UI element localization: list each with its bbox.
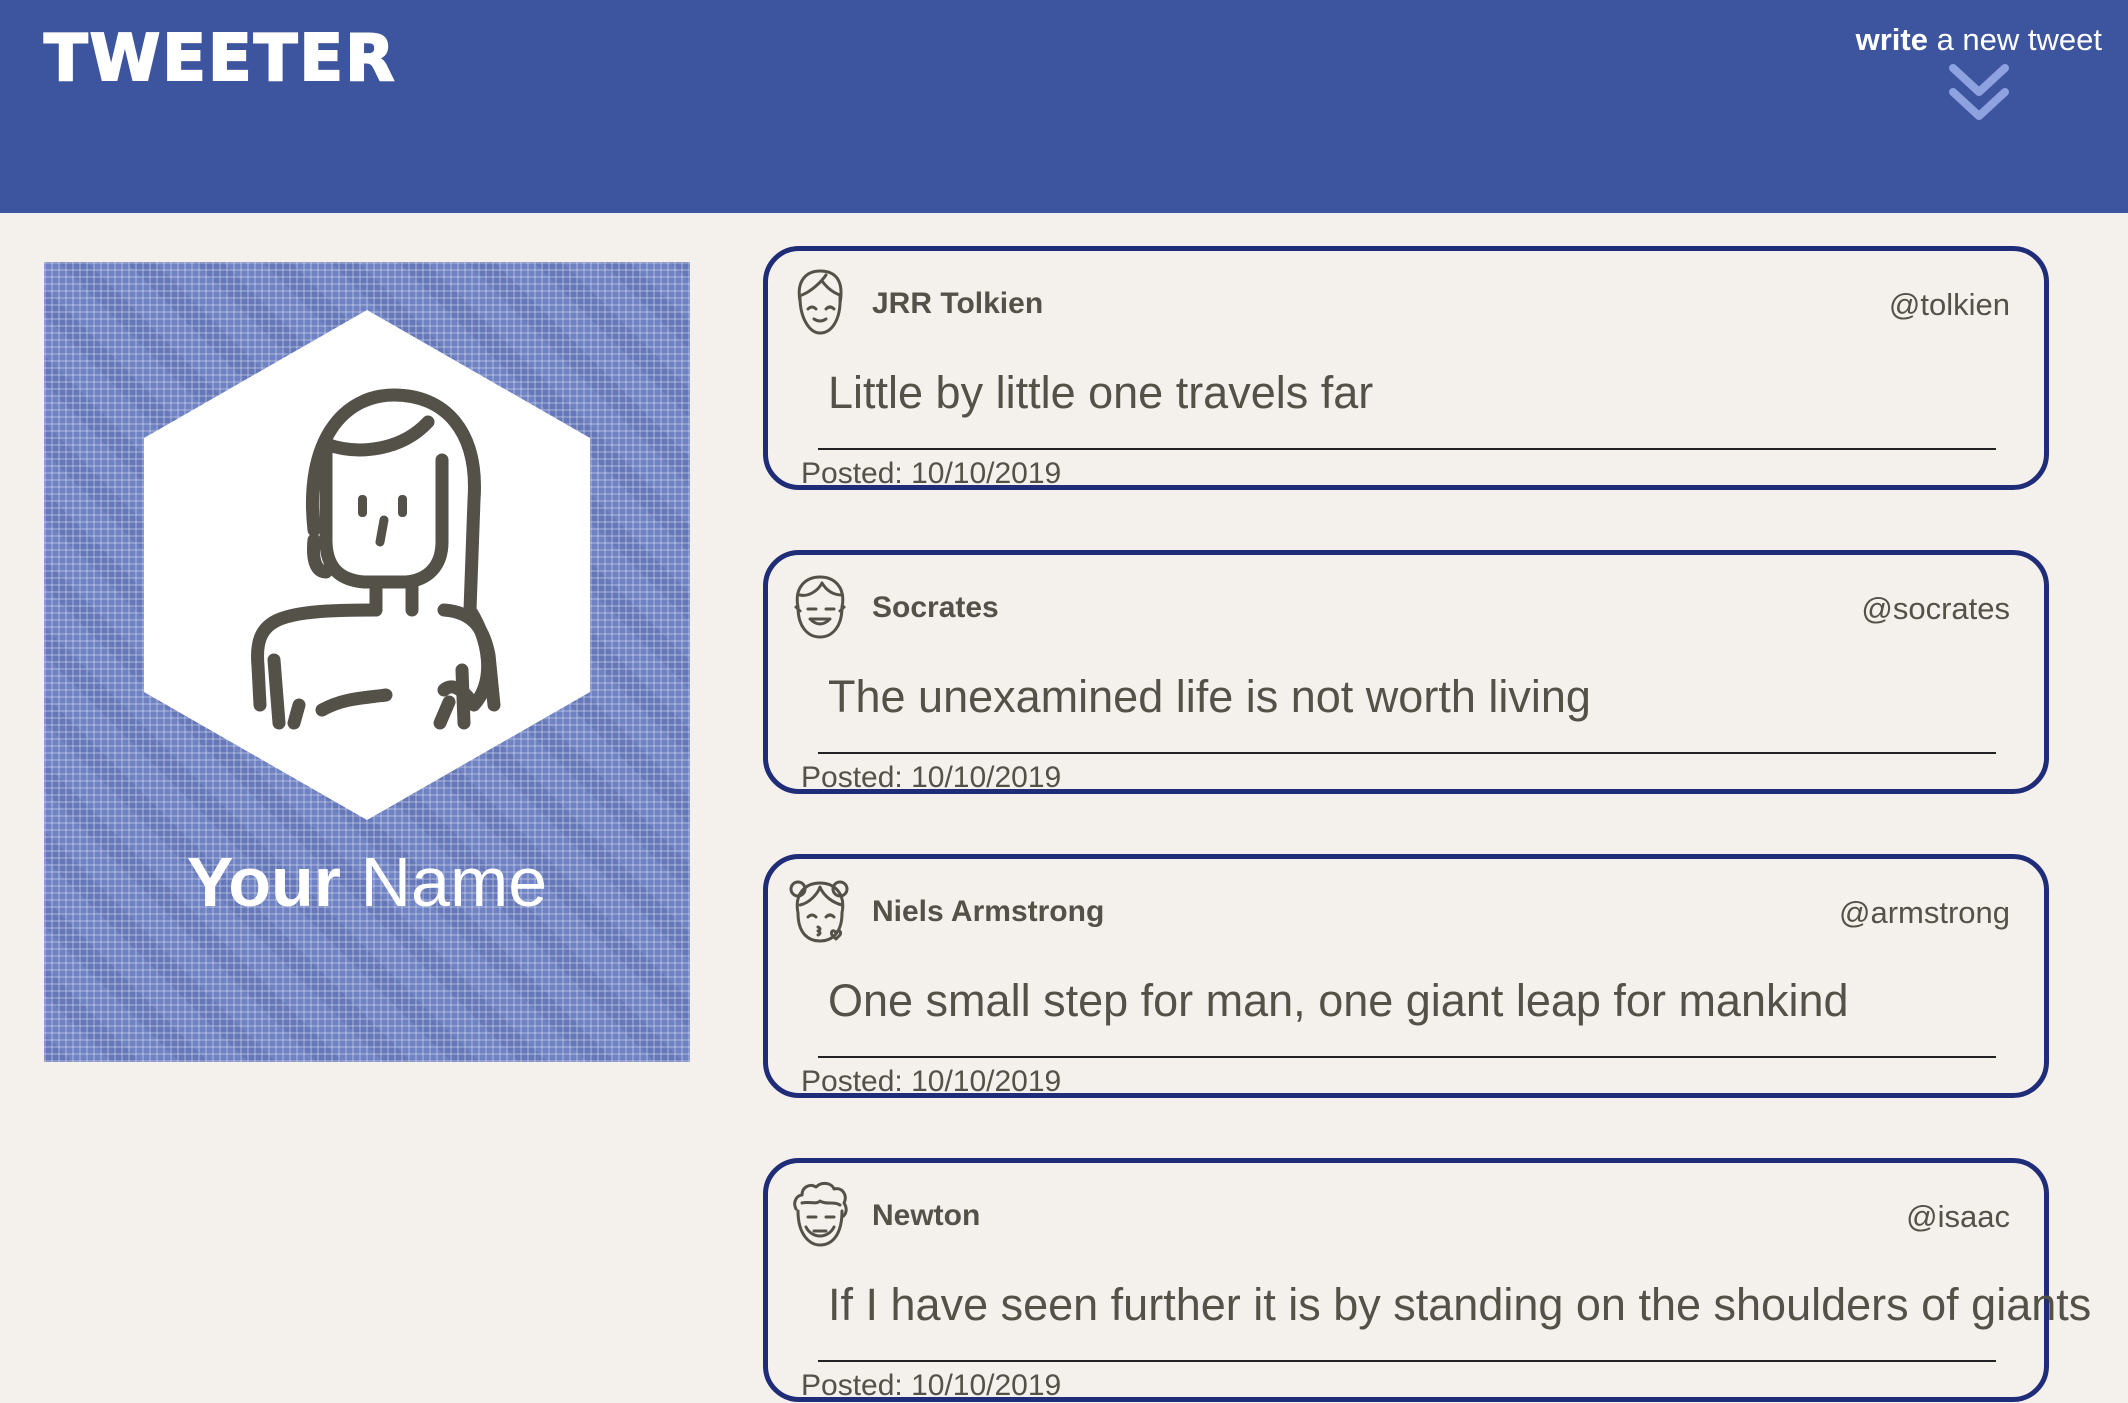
- tweet-divider: [818, 448, 1996, 450]
- tweet-text: One small step for man, one giant leap f…: [828, 975, 1849, 1026]
- write-new-tweet-button[interactable]: write a new tweet: [1856, 22, 2102, 124]
- girl-kiss-avatar-icon: [789, 880, 849, 943]
- compose-label-rest: a new tweet: [1927, 22, 2102, 57]
- profile-name: Your Name: [44, 842, 690, 922]
- top-nav-bar: TWEETER write a new tweet: [0, 0, 2128, 213]
- tweet-posted-date: Posted: 10/10/2019: [801, 1065, 1062, 1098]
- tweet-card[interactable]: Newton @isaac If I have seen further it …: [763, 1158, 2091, 1402]
- tweet-posted-date: Posted: 10/10/2019: [801, 457, 1062, 490]
- app-logo[interactable]: TWEETER: [43, 21, 396, 97]
- tweet-divider: [818, 1360, 1996, 1362]
- tweet-author-name[interactable]: Socrates: [872, 591, 999, 625]
- tweet-author-name[interactable]: Niels Armstrong: [872, 895, 1104, 929]
- tweet-author-handle[interactable]: @tolkien: [1889, 287, 2010, 323]
- tweet-posted-date: Posted: 10/10/2019: [801, 761, 1062, 794]
- tweet-divider: [818, 752, 1996, 754]
- tweet-card[interactable]: Socrates @socrates The unexamined life i…: [763, 550, 2049, 794]
- tweet-card[interactable]: JRR Tolkien @tolkien Little by little on…: [763, 246, 2049, 490]
- grinning-face-avatar-icon: [794, 575, 846, 639]
- profile-last-name: Name: [360, 843, 548, 921]
- curly-hair-avatar-icon: [793, 1181, 848, 1247]
- tweet-author-name[interactable]: JRR Tolkien: [872, 287, 1043, 321]
- girl-avatar-icon: [144, 310, 590, 820]
- tweet-text: The unexamined life is not worth living: [828, 671, 1591, 722]
- tweet-divider: [818, 1056, 1996, 1058]
- tweet-author-handle[interactable]: @socrates: [1861, 591, 2010, 627]
- tweet-author-handle[interactable]: @isaac: [1906, 1199, 2010, 1235]
- tweet-author-handle[interactable]: @armstrong: [1839, 895, 2010, 931]
- tweet-text: Little by little one travels far: [828, 367, 1374, 418]
- smiling-face-avatar-icon: [797, 269, 843, 335]
- tweet-card[interactable]: Niels Armstrong @armstrong One small ste…: [763, 854, 2049, 1098]
- write-new-tweet-label[interactable]: write a new tweet: [1856, 22, 2102, 58]
- profile-first-name: Your: [186, 843, 342, 921]
- profile-card: Your Name: [44, 262, 690, 1062]
- tweet-posted-date: Posted: 10/10/2019: [801, 1369, 1062, 1402]
- compose-label-bold: write: [1855, 22, 1928, 57]
- double-chevron-down-icon[interactable]: [1947, 62, 2011, 124]
- tweet-text: If I have seen further it is by standing…: [828, 1279, 2092, 1330]
- tweet-author-name[interactable]: Newton: [872, 1199, 980, 1233]
